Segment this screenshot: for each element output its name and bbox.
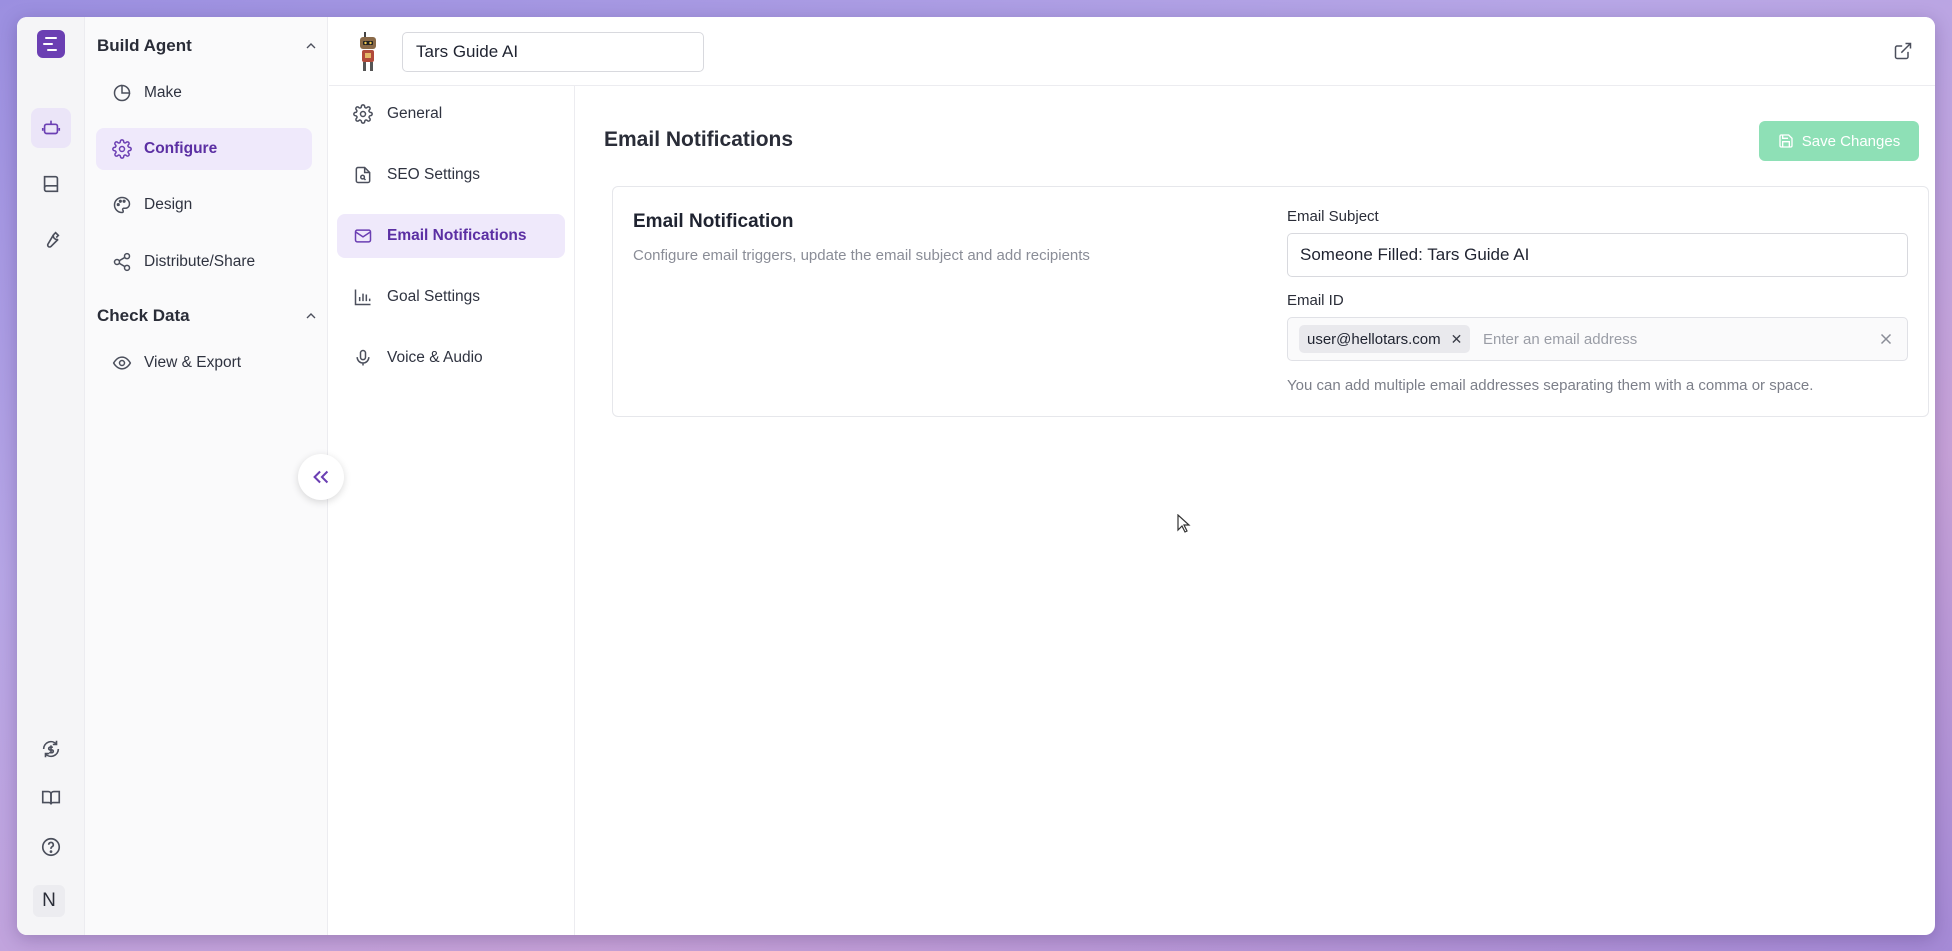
sidebar-item-label: View & Export [144, 354, 242, 371]
gear-icon [112, 139, 132, 159]
sidebar-item-make[interactable]: Make [96, 72, 312, 114]
agent-name-input[interactable] [402, 32, 704, 72]
sidebar-item-design[interactable]: Design [96, 184, 312, 226]
eye-icon [112, 356, 132, 370]
mouse-cursor-icon [1177, 514, 1191, 533]
main-content: Email Notifications Save Changes Email N… [576, 86, 1935, 935]
save-icon [1779, 134, 1793, 148]
seo-file-icon [355, 166, 371, 184]
mail-icon [354, 229, 372, 243]
subnav-item-general[interactable]: General [337, 92, 565, 136]
subnav-item-seo-settings[interactable]: SEO Settings [337, 153, 565, 197]
email-recipients-field[interactable]: user@hellotars.com ✕ [1287, 317, 1908, 361]
sidebar-item-label: Configure [144, 140, 218, 157]
section-title: Check Data [97, 306, 190, 325]
save-button-label: Save Changes [1801, 132, 1901, 150]
sidebar-item-configure[interactable]: Configure [96, 128, 312, 170]
billing-icon[interactable] [31, 729, 71, 769]
card-description: Configure email triggers, update the ema… [633, 247, 1090, 264]
bot-icon[interactable] [31, 108, 71, 148]
subnav-item-label: Goal Settings [387, 288, 481, 305]
palette-icon [113, 196, 131, 214]
share-icon [113, 252, 131, 272]
subnav-item-voice-audio[interactable]: Voice & Audio [337, 336, 565, 380]
chevron-up-icon [306, 43, 316, 49]
app-window: N Build Agent Make Configure Design Dist… [17, 17, 1935, 935]
subnav-item-email-notifications[interactable]: Email Notifications [337, 214, 565, 258]
collapse-sidebar-button[interactable] [298, 454, 344, 500]
avatar[interactable]: N [33, 885, 65, 917]
email-hint: You can add multiple email addresses sep… [1287, 377, 1814, 394]
sidebar-item-label: Design [144, 196, 193, 213]
double-chevron-left-icon [313, 470, 329, 484]
gear-icon [353, 104, 373, 124]
page-title: Email Notifications [604, 128, 794, 151]
sidebar-item-label: Make [144, 84, 182, 101]
email-subject-label: Email Subject [1287, 208, 1379, 225]
subnav-item-label: Voice & Audio [387, 349, 483, 366]
top-bar [329, 17, 1935, 86]
bot-avatar-icon [360, 32, 376, 71]
subnav-item-label: SEO Settings [387, 166, 481, 183]
build-agent-section-header[interactable]: Build Agent [97, 34, 319, 58]
help-icon[interactable] [31, 827, 71, 867]
section-title: Build Agent [97, 36, 192, 55]
settings-subnav: General SEO Settings Email Notifications… [329, 86, 575, 935]
sidebar-item-view-export[interactable]: View & Export [96, 342, 312, 384]
sidebar-item-distribute-share[interactable]: Distribute/Share [96, 241, 312, 283]
check-data-section-header[interactable]: Check Data [97, 304, 319, 328]
wrench-icon[interactable] [31, 220, 71, 260]
save-changes-button[interactable]: Save Changes [1759, 121, 1919, 161]
card-title: Email Notification [633, 211, 794, 232]
email-id-label: Email ID [1287, 292, 1344, 309]
book-icon[interactable] [31, 164, 71, 204]
sidebar-item-label: Distribute/Share [144, 253, 256, 270]
icon-rail: N [17, 17, 85, 935]
external-link-icon[interactable] [1893, 41, 1913, 61]
subnav-item-label: Email Notifications [387, 227, 527, 244]
subnav-item-label: General [387, 105, 443, 122]
mic-icon [356, 349, 370, 366]
logo-icon[interactable] [37, 30, 65, 58]
primary-sidebar: Build Agent Make Configure Design Distri… [85, 17, 328, 935]
remove-chip-icon[interactable]: ✕ [1451, 331, 1463, 348]
email-input[interactable] [1483, 326, 1863, 352]
docs-icon[interactable] [31, 778, 71, 818]
email-notification-card: Email Notification Configure email trigg… [612, 186, 1929, 417]
pie-chart-icon [113, 84, 131, 102]
chevron-up-icon [306, 313, 316, 319]
email-subject-input[interactable] [1287, 233, 1908, 277]
subnav-item-goal-settings[interactable]: Goal Settings [337, 275, 565, 319]
email-chip: user@hellotars.com ✕ [1299, 325, 1471, 353]
bar-chart-icon [354, 289, 371, 306]
clear-icon[interactable] [1877, 330, 1895, 348]
email-chip-label: user@hellotars.com [1307, 330, 1441, 348]
